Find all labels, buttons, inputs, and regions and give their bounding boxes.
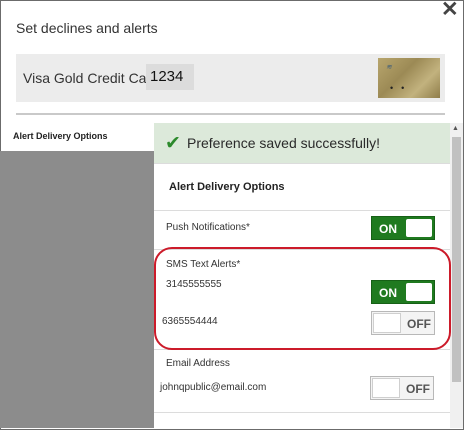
success-message: Preference saved successfully!	[187, 135, 380, 151]
overlay-backdrop	[0, 151, 154, 428]
card-last4: 1234	[146, 64, 194, 90]
divider	[16, 113, 445, 115]
email-toggle[interactable]: OFF	[370, 376, 434, 400]
card-name: Visa Gold Credit Card*	[23, 70, 165, 86]
divider	[154, 210, 450, 211]
sidebar-label: Alert Delivery Options	[13, 131, 108, 141]
card-image: ≋ ••	[378, 58, 440, 98]
checkmark-icon: ✔	[165, 133, 181, 154]
scrollbar[interactable]: ▲	[450, 123, 463, 428]
toggle-knob	[406, 219, 432, 237]
toggle-knob	[372, 378, 400, 398]
close-icon[interactable]: ✕	[441, 0, 459, 20]
divider	[154, 163, 450, 164]
section-title: Alert Delivery Options	[169, 181, 285, 193]
email-label: Email Address	[166, 358, 230, 369]
card-summary: Visa Gold Credit Card* 1234 ≋ ••	[16, 54, 445, 102]
divider	[154, 412, 450, 413]
push-notifications-label: Push Notifications*	[166, 222, 250, 233]
scroll-up-icon[interactable]: ▲	[452, 125, 459, 132]
success-banner: ✔ Preference saved successfully!	[154, 123, 450, 163]
dialog-title: Set declines and alerts	[16, 20, 158, 36]
sms-highlight-annotation	[154, 247, 451, 350]
scrollbar-thumb[interactable]	[452, 137, 461, 382]
push-notifications-toggle[interactable]: ON	[371, 216, 435, 240]
email-address: johnqpublic@email.com	[160, 382, 267, 393]
card-chip-dots: ••	[390, 83, 413, 93]
card-logo: ≋	[386, 64, 392, 71]
